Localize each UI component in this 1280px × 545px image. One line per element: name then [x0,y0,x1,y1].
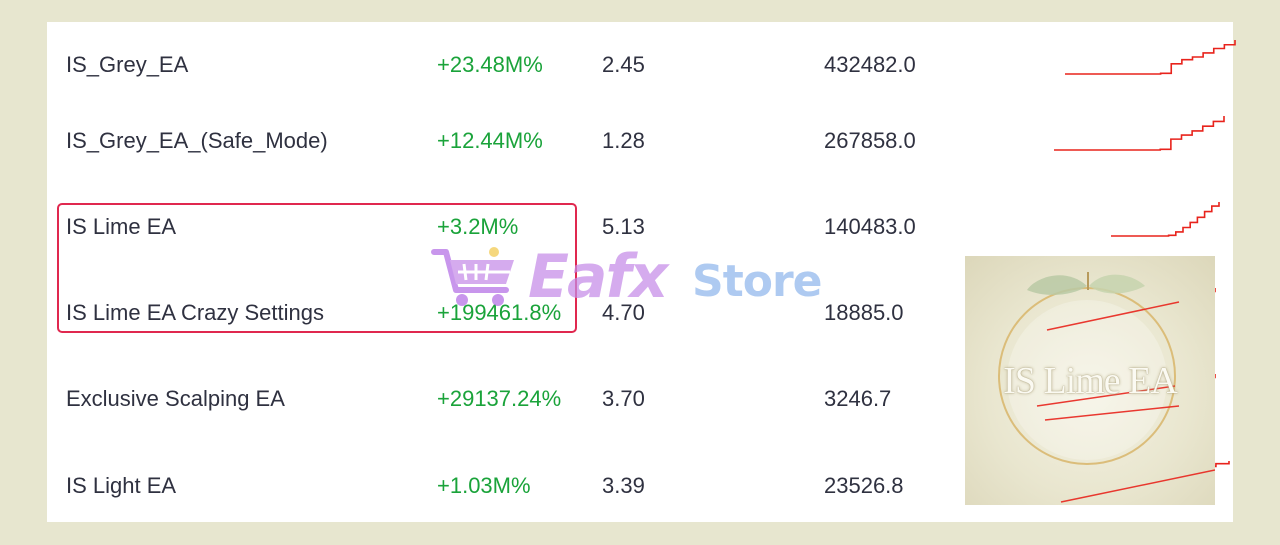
sparkline-path [1111,202,1220,237]
ea-gain: +23.48M% [437,52,543,77]
ea-name[interactable]: IS Light EA [66,473,176,499]
ea-profit-factor: 2.45 [602,52,645,77]
equity-sparkline [1054,116,1225,151]
ea-gain: +29137.24% [437,386,562,411]
cart-icon [431,247,514,306]
ea-name[interactable]: Exclusive Scalping EA [66,386,285,412]
ea-gain: +1.03M% [437,473,531,498]
table-row[interactable]: IS_Grey_EA +23.48M% 2.45 432482.0 [47,22,1236,108]
ea-value: 140483.0 [824,214,916,239]
table-row[interactable]: IS_Grey_EA_(Safe_Mode) +12.44M% 1.28 267… [47,98,1233,184]
ea-name[interactable]: IS_Grey_EA_(Safe_Mode) [66,128,328,154]
equity-sparkline [1065,40,1236,75]
ea-profit-factor: 3.70 [602,386,645,411]
ea-value: 3246.7 [824,386,892,411]
ea-value: 267858.0 [824,128,916,153]
ea-profit-factor: 1.28 [602,128,645,153]
watermark-brand-eafx: Eafx [528,242,668,312]
ea-profit-factor: 3.39 [602,473,645,498]
watermark-brand-store: Store [692,256,822,307]
thumbnail-caption: IS Lime EA [1003,360,1178,402]
sparkline-path [1065,40,1236,75]
sparkline-path [1054,116,1225,151]
product-thumbnail: IS Lime EA [965,256,1215,505]
ea-name[interactable]: IS_Grey_EA [66,52,188,78]
brand-watermark: Eafx Store [430,238,850,318]
ea-gain: +12.44M% [437,128,543,153]
ea-value: 23526.8 [824,473,904,498]
ea-value: 432482.0 [824,52,916,77]
ea-profit-factor: 5.13 [602,214,645,239]
